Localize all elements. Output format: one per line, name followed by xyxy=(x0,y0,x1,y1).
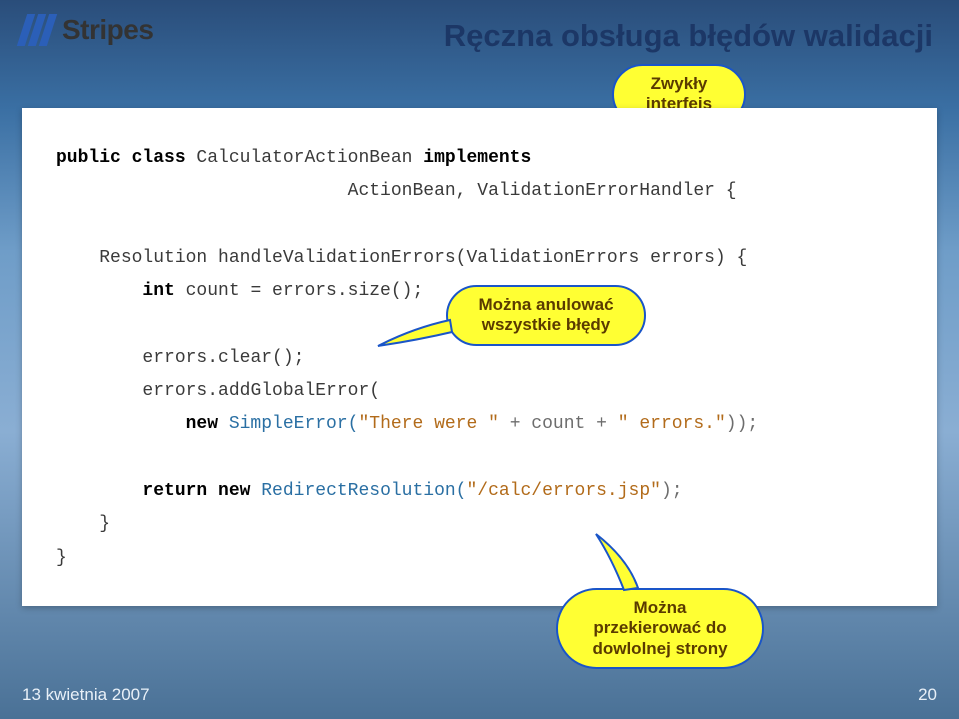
logo: Stripes xyxy=(22,14,153,46)
code-token: "There were " xyxy=(358,414,498,434)
callout-line: wszystkie błędy xyxy=(482,315,611,334)
code-token: SimpleError( xyxy=(218,414,358,434)
code-token: + count + xyxy=(499,414,618,434)
callout-line: Można anulować xyxy=(478,295,613,314)
callout-redirect: Można przekierować do dowlolnej strony xyxy=(556,588,764,669)
code-token: "/calc/errors.jsp" xyxy=(467,481,661,501)
callout-clear-errors: Można anulować wszystkie błędy xyxy=(446,285,646,346)
code-token: " errors." xyxy=(618,414,726,434)
code-token: RedirectResolution( xyxy=(250,481,466,501)
code-card: public class CalculatorActionBean implem… xyxy=(22,108,937,606)
code-token: Resolution handleValidationErrors(Valida… xyxy=(99,248,747,268)
code-token: ActionBean, ValidationErrorHandler { xyxy=(348,181,737,201)
code-token: public class xyxy=(56,148,186,168)
footer-page: 20 xyxy=(918,685,937,705)
code-token: ); xyxy=(661,481,683,501)
slide-header: Stripes Ręczna obsługa błędów walidacji xyxy=(0,0,959,60)
code-token: } xyxy=(56,548,67,568)
callout-tail-icon xyxy=(378,320,458,360)
callout-line: przekierować do xyxy=(593,618,726,637)
logo-text: Stripes xyxy=(62,14,153,46)
logo-bars-icon xyxy=(17,14,57,46)
code-token: implements xyxy=(423,148,531,168)
code-block: public class CalculatorActionBean implem… xyxy=(56,142,903,575)
callout-line: Zwykły xyxy=(651,74,708,93)
code-token: new xyxy=(186,414,218,434)
code-token: CalculatorActionBean xyxy=(186,148,424,168)
code-token: } xyxy=(99,514,110,534)
code-token: errors.addGlobalError( xyxy=(142,381,380,401)
callout-tail-icon xyxy=(600,534,660,594)
code-token: int xyxy=(142,281,174,301)
slide-footer: 13 kwietnia 2007 20 xyxy=(22,685,937,705)
callout-line: Można xyxy=(634,598,687,617)
code-token: return new xyxy=(142,481,250,501)
callout-line: dowlolnej strony xyxy=(592,639,727,658)
code-token: )); xyxy=(726,414,758,434)
footer-date: 13 kwietnia 2007 xyxy=(22,685,150,705)
code-token: errors.clear(); xyxy=(142,348,304,368)
code-token: count = errors.size(); xyxy=(175,281,423,301)
slide-title: Ręczna obsługa błędów walidacji xyxy=(444,18,933,54)
